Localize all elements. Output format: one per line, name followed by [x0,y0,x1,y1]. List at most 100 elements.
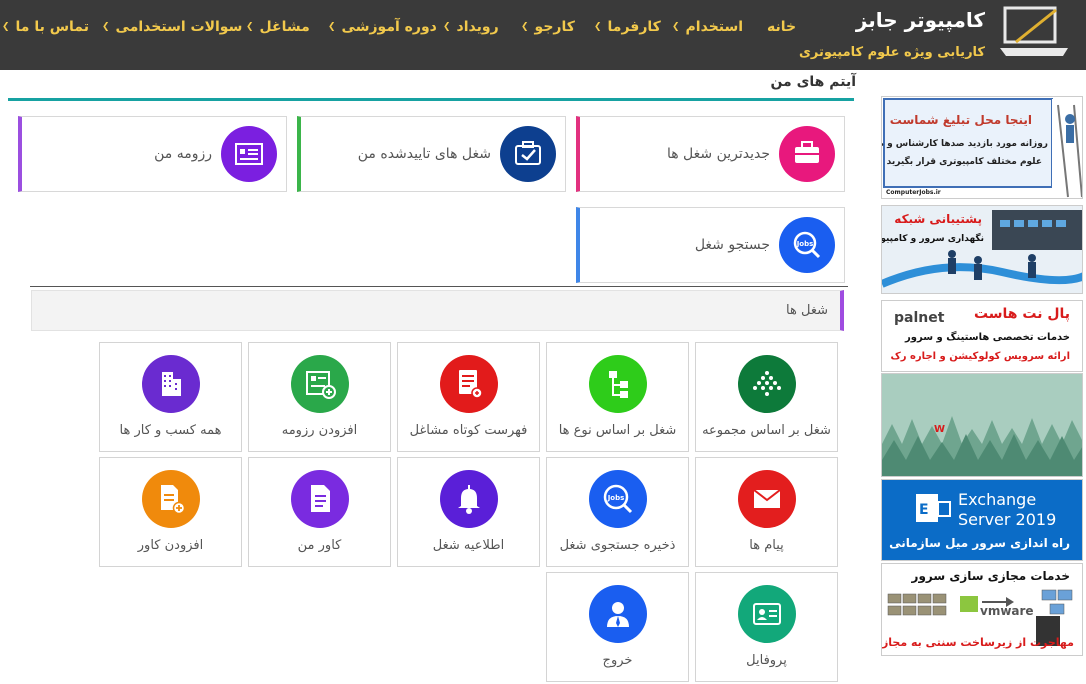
site-header: کامپیوتر جابز کاریابی ویژه علوم کامپیوتر… [0,0,1086,70]
ad-text: روزانه مورد بازدید صدها کارشناس و مدیر [881,139,1048,149]
ad-text: نگهداری سرور و کامپیوتر [881,234,984,244]
saved-search-icon: Jobs [589,470,647,528]
chevron-down-icon: ❯ [328,22,336,32]
palnet-logo: palnet [894,310,945,326]
tile-label: پیام ها [749,538,784,553]
ad-forest-banner[interactable]: W [881,373,1083,477]
nav-contact[interactable]: تماس با ما❯ [2,19,89,35]
card-approved-jobs[interactable]: شغل های تاییدشده من [297,116,566,192]
site-tagline: کاریابی ویژه علوم کامپیوتری [798,45,985,60]
nav-event[interactable]: رویداد❯ [443,19,499,35]
logout-icon [589,585,647,643]
card-label: رزومه من [154,146,212,162]
tile-label: شغل بر اساس نوع ها [558,423,677,438]
tile-label: ذخیره جستجوی شغل [559,538,676,553]
chevron-down-icon: ❯ [443,22,451,32]
site-name: کامپیوتر جابز [855,8,985,32]
ad-server-virtualization[interactable]: خدمات مجازی سازی سرور vmware مهاجرت از ز… [881,563,1083,656]
svg-text:E: E [919,502,929,518]
ad-exchange-server[interactable]: E Exchange Server 2019 راه اندازی سرور م… [881,479,1083,561]
section-divider [30,286,848,287]
nav-employment[interactable]: استخدام❯ [672,19,743,35]
svg-text:W: W [934,424,945,435]
tile-profile[interactable]: پروفایل [695,572,838,682]
svg-text:Jobs: Jobs [607,494,625,502]
approved-jobs-icon [500,126,556,182]
ad-text: خدمات تخصصی هاستینگ و سرور [905,332,1070,343]
shortlist-icon [440,355,498,413]
job-search-icon: Jobs [779,217,835,273]
add-resume-icon [291,355,349,413]
tile-label: خروج [602,653,633,668]
svg-text:Jobs: Jobs [796,240,814,248]
job-type-tree-icon [589,355,647,413]
jobs-section-header: شغل ها [31,290,844,331]
ad-text: راه اندازی سرور میل سازمانی [889,536,1070,550]
profile-icon [738,585,796,643]
tile-label: پروفایل [746,653,787,668]
card-label: جستجو شغل [694,237,770,253]
main-nav: خانه استخدام❯ کارفرما❯ کارجو❯ رویداد❯ دو… [0,0,800,58]
my-cover-icon [291,470,349,528]
ad-title: Exchange [958,490,1037,509]
tile-label: اطلاعیه شغل [432,538,505,553]
ad-text: مهاجرت از زیرساخت سنتی به مجازی [881,636,1074,649]
site-logo[interactable]: کامپیوتر جابز کاریابی ویژه علوم کامپیوتر… [799,2,1082,66]
tile-label: همه کسب و کار ها [119,423,222,438]
job-group-icon [738,355,796,413]
tile-label: افزودن رزومه [281,423,358,438]
ad-title: پال نت هاست [973,306,1070,322]
ad-palnet-host[interactable]: palnet پال نت هاست خدمات تخصصی هاستینگ و… [881,300,1083,372]
job-alert-bell-icon [440,470,498,528]
tile-logout[interactable]: خروج [546,572,689,682]
card-label: شغل های تاییدشده من [357,146,491,162]
ad-title: پشتیبانی شبکه [894,212,982,226]
forest-image: W [882,374,1082,476]
ad-network-support[interactable]: پشتیبانی شبکه نگهداری سرور و کامپیوتر [881,205,1083,294]
title-divider [8,98,854,101]
tile-label: فهرست کوتاه مشاغل [409,423,528,438]
nav-employer[interactable]: کارفرما❯ [594,19,661,35]
add-cover-icon [142,470,200,528]
section-title: شغل ها [786,303,828,318]
tile-messages[interactable]: پیام ها [695,457,838,567]
tile-label: کاور من [297,538,342,553]
tile-add-cover[interactable]: افزودن کاور [99,457,242,567]
ad-footer: ComputerJobs.ir [886,189,941,196]
chevron-down-icon: ❯ [102,22,110,32]
chevron-down-icon: ❯ [521,22,529,32]
tile-label: افزودن کاور [137,538,204,553]
tile-label: شغل بر اساس مجموعه [702,423,831,438]
ad-title: اینجا محل تبلیغ شماست [889,113,1032,127]
tile-saved-job-search[interactable]: Jobs ذخیره جستجوی شغل [546,457,689,567]
chevron-down-icon: ❯ [246,22,254,32]
card-my-resume[interactable]: رزومه من [18,116,287,192]
tile-all-businesses[interactable]: همه کسب و کار ها [99,342,242,452]
chevron-down-icon: ❯ [594,22,602,32]
ad-text: علوم مختلف کامپیوتری قرار بگیرید [886,157,1042,167]
nav-home[interactable]: خانه [767,19,796,35]
tile-jobs-by-group[interactable]: شغل بر اساس مجموعه [695,342,838,452]
messages-icon [738,470,796,528]
tile-my-cover[interactable]: کاور من [248,457,391,567]
card-label: جدیدترین شغل ها [666,146,770,162]
nav-occupations[interactable]: مشاغل❯ [246,19,310,35]
page-title: آیتم های من [770,74,856,90]
ad-subtitle: Server 2019 [958,510,1057,529]
briefcase-icon [779,126,835,182]
chevron-down-icon: ❯ [672,22,680,32]
ad-advertise-here[interactable]: اینجا محل تبلیغ شماست روزانه مورد بازدید… [881,96,1083,199]
vmware-logo: vmware [980,604,1034,618]
tile-add-resume[interactable]: افزودن رزومه [248,342,391,452]
tile-job-shortlist[interactable]: فهرست کوتاه مشاغل [397,342,540,452]
nav-employment-questions[interactable]: سوالات استخدامی❯ [102,19,242,35]
all-businesses-icon [142,355,200,413]
tile-jobs-by-type[interactable]: شغل بر اساس نوع ها [546,342,689,452]
chevron-down-icon: ❯ [2,22,10,32]
nav-training-course[interactable]: دوره آموزشی❯ [328,19,437,35]
resume-icon [221,126,277,182]
card-latest-jobs[interactable]: جدیدترین شغل ها [576,116,845,192]
card-job-search[interactable]: Jobs جستجو شغل [576,207,845,283]
nav-job-seeker[interactable]: کارجو❯ [521,19,575,35]
tile-job-alert[interactable]: اطلاعیه شغل [397,457,540,567]
